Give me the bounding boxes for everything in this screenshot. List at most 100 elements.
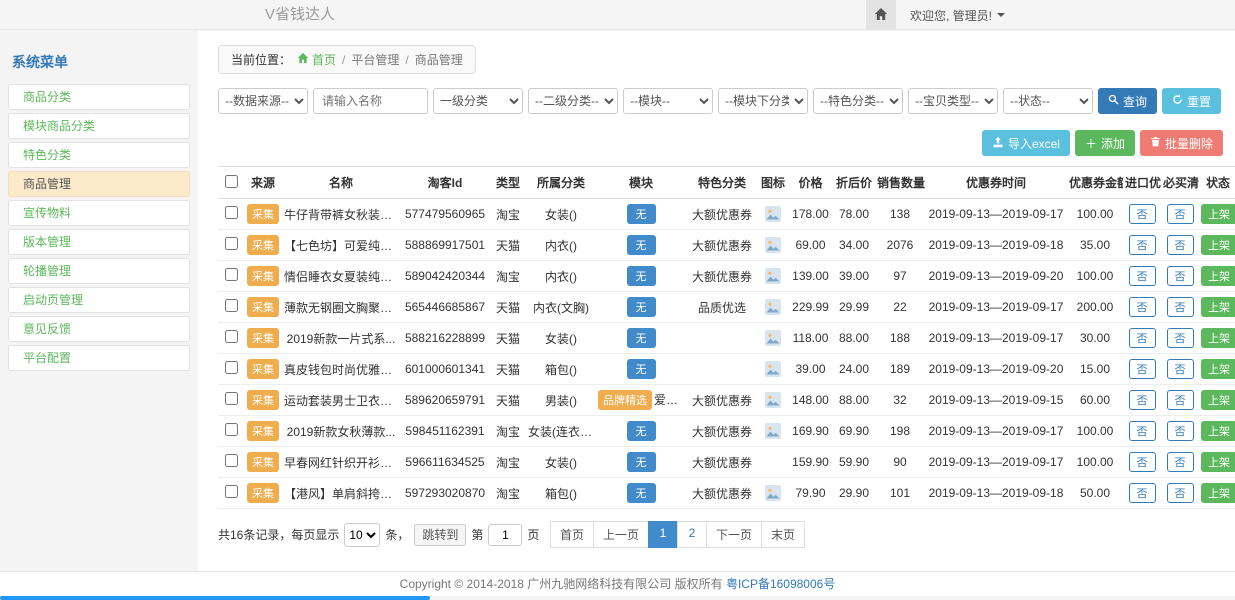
breadcrumb-home-link[interactable]: 首页 — [297, 51, 336, 68]
row-checkbox[interactable] — [225, 361, 238, 374]
import-choice-toggle[interactable]: 否 — [1129, 266, 1156, 286]
copyright-text: Copyright © 2014-2018 广州九驰网络科技有限公司 版权所有 — [400, 577, 723, 591]
icp-link[interactable]: 粤ICP备16098006号 — [726, 577, 835, 591]
import-choice-toggle[interactable]: 否 — [1129, 483, 1156, 503]
product-name: 运动套装男士卫衣初秋... — [282, 385, 400, 416]
module-badge: 无 — [627, 235, 656, 255]
must-buy-toggle[interactable]: 否 — [1167, 266, 1194, 286]
must-buy-toggle[interactable]: 否 — [1167, 204, 1194, 224]
page-size-select[interactable]: 10 — [344, 523, 380, 547]
row-checkbox[interactable] — [225, 485, 238, 498]
add-button[interactable]: ＋ 添加 — [1075, 130, 1135, 156]
select-all-checkbox[interactable] — [225, 175, 238, 188]
page-nav-button[interactable]: 末页 — [761, 521, 805, 548]
status-button[interactable]: 上架 — [1201, 235, 1235, 255]
status-button[interactable]: 上架 — [1201, 359, 1235, 379]
filter-select[interactable]: --状态-- — [1003, 88, 1093, 114]
page-nav-button[interactable]: 上一页 — [593, 521, 649, 548]
import-choice-toggle[interactable]: 否 — [1129, 328, 1156, 348]
filter-select[interactable]: --模块-- — [623, 88, 713, 114]
home-button[interactable] — [866, 0, 896, 30]
status-button[interactable]: 上架 — [1201, 204, 1235, 224]
sidebar-item-sub[interactable]: 启动页管理 — [8, 287, 190, 313]
search-button[interactable]: 查询 — [1098, 88, 1157, 114]
row-checkbox[interactable] — [225, 423, 238, 436]
column-header: 折后价 — [833, 167, 875, 199]
must-buy-toggle[interactable]: 否 — [1167, 390, 1194, 410]
horizontal-scrollbar-thumb[interactable] — [0, 596, 430, 600]
status-button[interactable]: 上架 — [1201, 266, 1235, 286]
must-buy-toggle[interactable]: 否 — [1167, 421, 1194, 441]
page-number-button[interactable]: 2 — [677, 521, 707, 548]
feature-category: 大额优惠券 — [686, 416, 758, 447]
must-buy-toggle[interactable]: 否 — [1167, 483, 1194, 503]
import-choice-toggle[interactable]: 否 — [1129, 235, 1156, 255]
filter-select[interactable]: --宝贝类型-- — [908, 88, 998, 114]
import-choice-toggle[interactable]: 否 — [1129, 421, 1156, 441]
status-button[interactable]: 上架 — [1201, 483, 1235, 503]
page-nav-button[interactable]: 首页 — [550, 521, 594, 548]
sidebar-item-sub[interactable]: 平台配置 — [8, 345, 190, 371]
source-badge: 采集 — [247, 297, 279, 317]
import-choice-toggle[interactable]: 否 — [1129, 297, 1156, 317]
must-buy-toggle[interactable]: 否 — [1167, 328, 1194, 348]
must-buy-toggle[interactable]: 否 — [1167, 359, 1194, 379]
product-name: 【七色坊】可爱纯棉家... — [282, 230, 400, 261]
must-buy-toggle[interactable]: 否 — [1167, 297, 1194, 317]
filter-select[interactable]: --数据来源-- — [218, 88, 308, 114]
sidebar-item-sub[interactable]: 意见反馈 — [8, 316, 190, 342]
sidebar-item-sub[interactable]: 宣传物料 — [8, 200, 190, 226]
status-button[interactable]: 上架 — [1201, 390, 1235, 410]
coupon-amount: 100.00 — [1067, 199, 1123, 230]
row-checkbox[interactable] — [225, 299, 238, 312]
filter-select[interactable]: --模块下分类-- — [718, 88, 808, 114]
column-header: 状态 — [1199, 167, 1235, 199]
user-menu[interactable]: 欢迎您, 管理员! — [896, 7, 1015, 24]
status-button[interactable]: 上架 — [1201, 297, 1235, 317]
must-buy-toggle[interactable]: 否 — [1167, 235, 1194, 255]
page-number-input[interactable] — [488, 524, 522, 546]
batch-delete-button[interactable]: 批量删除 — [1140, 130, 1223, 156]
name-search-input[interactable] — [313, 88, 428, 114]
feature-category: 大额优惠券 — [686, 230, 758, 261]
page-nav-button[interactable]: 下一页 — [706, 521, 762, 548]
status-button[interactable]: 上架 — [1201, 452, 1235, 472]
module-cell: 无 — [596, 354, 686, 385]
row-checkbox[interactable] — [225, 206, 238, 219]
sidebar-item-sub[interactable]: 商品管理 — [8, 171, 190, 197]
price: 79.90 — [788, 478, 833, 509]
sales-count: 189 — [875, 354, 925, 385]
column-header: 必买清单 — [1161, 167, 1199, 199]
jump-button[interactable]: 跳转到 — [414, 524, 466, 546]
product-category: 女装() — [526, 447, 596, 478]
sidebar-item-sub[interactable]: 模块商品分类 — [8, 113, 190, 139]
jump-pre-label: 第 — [471, 526, 483, 543]
import-choice-toggle[interactable]: 否 — [1129, 359, 1156, 379]
product-category: 女装(连衣裙) — [526, 416, 596, 447]
sidebar-item-sub[interactable]: 轮播管理 — [8, 258, 190, 284]
import-excel-button[interactable]: 导入excel — [982, 130, 1070, 156]
row-checkbox[interactable] — [225, 454, 238, 467]
row-checkbox[interactable] — [225, 330, 238, 343]
must-buy-toggle[interactable]: 否 — [1167, 452, 1194, 472]
page-number-button[interactable]: 1 — [648, 521, 678, 548]
filter-select[interactable]: 一级分类 — [433, 88, 523, 114]
discount-price: 88.00 — [833, 385, 875, 416]
sidebar-item-sub[interactable]: 版本管理 — [8, 229, 190, 255]
source-badge: 采集 — [247, 204, 279, 224]
status-button[interactable]: 上架 — [1201, 328, 1235, 348]
status-button[interactable]: 上架 — [1201, 421, 1235, 441]
filter-select[interactable]: --二级分类-- — [528, 88, 618, 114]
sidebar-item-sub[interactable]: 商品分类 — [8, 84, 190, 110]
filter-select[interactable]: --特色分类-- — [813, 88, 903, 114]
module-badge: 无 — [627, 204, 656, 224]
import-choice-toggle[interactable]: 否 — [1129, 452, 1156, 472]
reset-button[interactable]: 重置 — [1162, 88, 1221, 114]
row-checkbox[interactable] — [225, 237, 238, 250]
import-choice-toggle[interactable]: 否 — [1129, 390, 1156, 410]
row-checkbox[interactable] — [225, 392, 238, 405]
sidebar-item-sub[interactable]: 特色分类 — [8, 142, 190, 168]
coupon-amount: 60.00 — [1067, 385, 1123, 416]
row-checkbox[interactable] — [225, 268, 238, 281]
import-choice-toggle[interactable]: 否 — [1129, 204, 1156, 224]
